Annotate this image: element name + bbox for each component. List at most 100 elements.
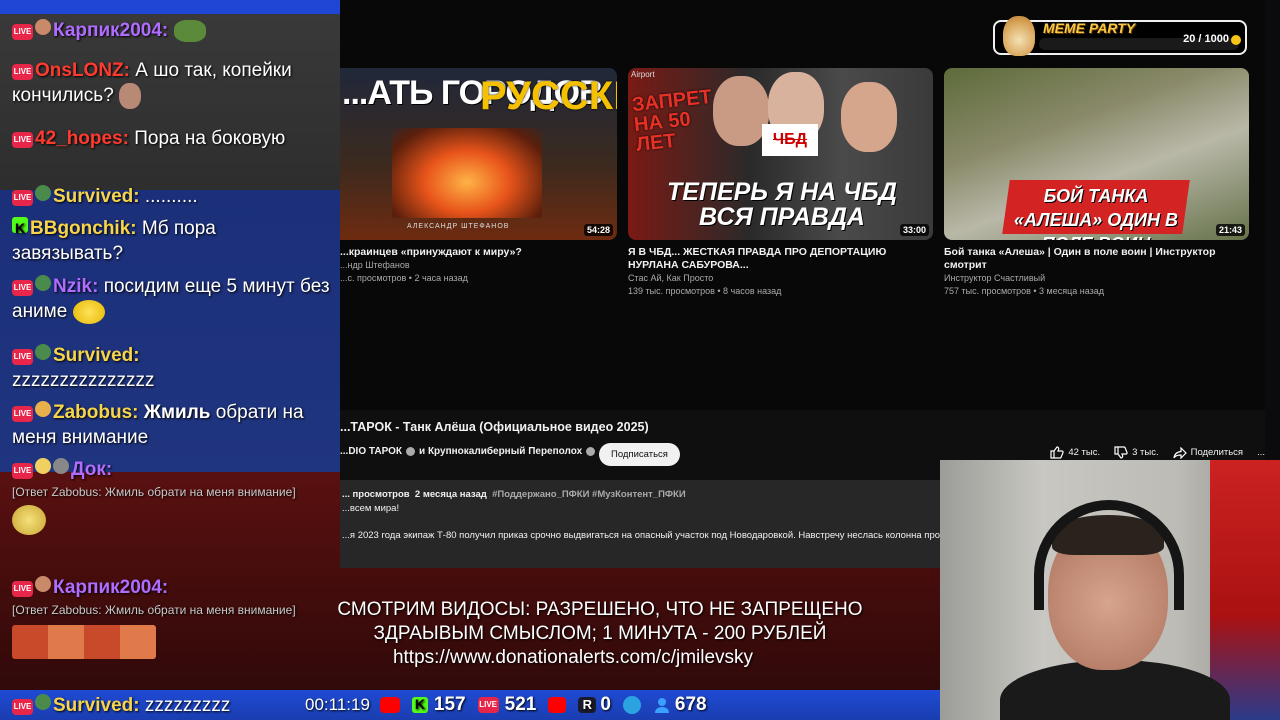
live-badge-icon: LIVE bbox=[12, 699, 33, 715]
youtube-viewers-stat bbox=[548, 697, 567, 713]
chat-reply: [Ответ Zabobus: Жмиль обрати на меня вни… bbox=[12, 485, 296, 499]
telegram-icon bbox=[622, 696, 641, 714]
video-channel[interactable]: Стас Ай, Как Просто bbox=[628, 272, 933, 285]
chat-message: LIVE OnsLONZ: А шо так, копейки кончились… bbox=[12, 58, 332, 109]
video-card-2[interactable]: Airport ЗАПРЕТ НА 50 ЛЕТ ЧБД ТЕПЕРЬ Я НА… bbox=[628, 68, 933, 298]
frog-icon bbox=[35, 694, 51, 710]
stream-stats: 00:11:19 157 LIVE 521 R 0 678 bbox=[305, 692, 713, 718]
chat-reply: [Ответ Zabobus: Жмиль обрати на меня вни… bbox=[12, 603, 296, 617]
description-meta: ... просмотров 2 месяца назад #Поддержан… bbox=[342, 489, 686, 500]
video-channel[interactable]: ...ндр Штефанов bbox=[340, 259, 617, 272]
video-title[interactable]: Бой танка «Алеша» | Один в поле воин | И… bbox=[944, 246, 1249, 272]
video-thumbnail[interactable]: Airport ЗАПРЕТ НА 50 ЛЕТ ЧБД ТЕПЕРЬ Я НА… bbox=[628, 68, 933, 240]
live-badge-icon: LIVE bbox=[12, 190, 33, 206]
doge-icon bbox=[1003, 16, 1035, 56]
video-thumbnail[interactable]: ...АТЬ ГОРОДОВ РУССКИХ АЛЕКСАНДР ШТЕФАНО… bbox=[340, 68, 617, 240]
more-actions-button[interactable]: ... bbox=[1257, 447, 1265, 458]
chat-message: LIVE Survived: zzzzzzzzzzzzzzz bbox=[12, 343, 332, 393]
video-channel[interactable]: Инструктор Счастливый bbox=[944, 272, 1249, 285]
wine-icon bbox=[35, 458, 51, 474]
avatar-icon bbox=[35, 576, 51, 592]
video-title[interactable]: Я В ЧБД... ЖЕСТКАЯ ПРАВДА ПРО ДЕПОРТАЦИЮ… bbox=[628, 246, 933, 272]
thumb-sign: ЧБД bbox=[762, 124, 818, 156]
frog-icon bbox=[35, 275, 51, 291]
hashtags[interactable]: #Поддержано_ПФКИ #МузКонтент_ПФКИ bbox=[492, 489, 686, 500]
view-count: ... просмотров bbox=[342, 489, 410, 500]
chat-text: zzzzzzzzz bbox=[144, 695, 231, 716]
telegram-stat bbox=[622, 696, 641, 714]
thumb-face-3 bbox=[841, 82, 897, 152]
video-title[interactable]: ...краинцев «принуждают к миру»? bbox=[340, 246, 617, 259]
hat-icon bbox=[53, 458, 69, 474]
caption-link[interactable]: https://www.donationalerts.com/c/jmilevs… bbox=[300, 646, 900, 670]
kick-stat: 157 bbox=[411, 694, 466, 716]
total-viewers: 678 bbox=[674, 694, 707, 715]
caption-line-2: ЗДРАЫВЫМ СМЫСЛОМ; 1 МИНУТА - 200 РУБЛЕЙ bbox=[373, 623, 827, 644]
video-meta: ...с. просмотров • 2 часа назад bbox=[340, 273, 468, 283]
chat-overlay: LIVE Карпик2004: LIVE OnsLONZ: А шо так, к… bbox=[12, 14, 332, 694]
thumbs-up-icon bbox=[1050, 446, 1065, 459]
video-card-1[interactable]: ...АТЬ ГОРОДОВ РУССКИХ АЛЕКСАНДР ШТЕФАНО… bbox=[340, 68, 617, 285]
live-badge-icon: LIVE bbox=[12, 581, 33, 597]
live-badge-icon: LIVE bbox=[12, 24, 33, 40]
total-viewers-stat: 678 bbox=[653, 694, 707, 716]
verified-icon bbox=[586, 447, 596, 456]
live-badge-icon: LIVE bbox=[12, 406, 33, 422]
chat-username: Nzik: bbox=[53, 276, 99, 297]
video-actions: 42 тыс. 3 тыс. Поделиться ... bbox=[1050, 446, 1265, 459]
face-emote-icon bbox=[119, 83, 142, 109]
youtube-icon bbox=[379, 697, 400, 713]
avatar-icon bbox=[35, 19, 51, 35]
dislike-button[interactable]: 3 тыс. bbox=[1114, 446, 1159, 459]
chat-username: Zabobus: bbox=[53, 402, 139, 423]
current-video-title: ...ТАРОК - Танк Алёша (Официальное видео… bbox=[340, 420, 649, 434]
kick-icon bbox=[411, 696, 428, 713]
beer-icon bbox=[35, 401, 51, 417]
chat-message: LIVE Карпик2004: [Ответ Zabobus: Жмиль об… bbox=[12, 575, 332, 659]
thumbs-down-icon bbox=[1114, 446, 1128, 459]
chat-username: Survived: bbox=[53, 186, 140, 207]
webcam-flag bbox=[1210, 460, 1280, 720]
dizzy-emote-icon bbox=[12, 505, 46, 535]
chat-message: LIVE 42_hopes: Пора на боковую bbox=[12, 126, 332, 151]
frog-icon bbox=[35, 185, 51, 201]
chat-text: .......... bbox=[144, 186, 198, 207]
chat-message: LIVE Survived: .......... bbox=[12, 184, 332, 209]
share-button[interactable]: Поделиться bbox=[1173, 446, 1243, 459]
channel-name[interactable]: ...DIO ТАРОК bbox=[340, 446, 402, 457]
like-button[interactable]: 42 тыс. bbox=[1050, 446, 1100, 459]
thumb-red-text: ЗАПРЕТ НА 50 ЛЕТ bbox=[630, 85, 713, 156]
video-card-3[interactable]: БОЙ ТАНКА «АЛЕША» ОДИН В ПОЛЕ ВОИН 21:43… bbox=[944, 68, 1249, 298]
frog-emote-icon bbox=[173, 19, 206, 42]
more-icon: ... bbox=[1257, 447, 1265, 458]
chat-username: Док: bbox=[71, 459, 113, 480]
youtube-stat bbox=[379, 697, 400, 713]
video-thumbnail[interactable]: БОЙ ТАНКА «АЛЕША» ОДИН В ПОЛЕ ВОИН 21:43 bbox=[944, 68, 1249, 240]
frog-icon bbox=[35, 344, 51, 360]
live-badge-icon: LIVE bbox=[12, 349, 33, 365]
like-count: 42 тыс. bbox=[1068, 447, 1101, 458]
dislike-count: 3 тыс. bbox=[1132, 447, 1159, 458]
chat-text-bold: Жмиль bbox=[143, 402, 211, 423]
thumb-text-red: РУССКИХ bbox=[480, 74, 617, 118]
chat-text: zzzzzzzzzzzzzzz bbox=[12, 370, 155, 391]
chat-message: LIVE Док: [Ответ Zabobus: Жмиль обрати на… bbox=[12, 457, 332, 535]
last-chat-message: LIVE Survived: zzzzzzzzz bbox=[12, 694, 230, 717]
chat-username: Survived: bbox=[53, 695, 140, 716]
chat-message: BBgonchik: Мб пора завязывать? bbox=[12, 216, 332, 266]
chat-message: LIVE Zabobus: Жмиль обрати на меня вниман… bbox=[12, 400, 332, 450]
verified-icon bbox=[406, 447, 416, 456]
vk-live-icon: LIVE bbox=[477, 697, 499, 713]
video-duration: 54:28 bbox=[583, 224, 613, 236]
top-accent bbox=[0, 0, 340, 14]
kick-badge-icon bbox=[12, 216, 28, 241]
thumb-explosion bbox=[392, 128, 542, 218]
collab-channel[interactable]: и Крупнокалиберный Переполох bbox=[419, 446, 582, 457]
subscribe-button[interactable]: Подписаться bbox=[599, 443, 680, 466]
rutube-stat: R 0 bbox=[578, 694, 611, 716]
channel-row: ...DIO ТАРОК и Крупнокалиберный Переполо… bbox=[340, 446, 596, 457]
chat-username: Survived: bbox=[53, 345, 140, 366]
description-line: ...всем мира! bbox=[342, 503, 400, 514]
stream-uptime: 00:11:19 bbox=[305, 695, 370, 714]
thumb-tag: Airport bbox=[631, 70, 655, 79]
